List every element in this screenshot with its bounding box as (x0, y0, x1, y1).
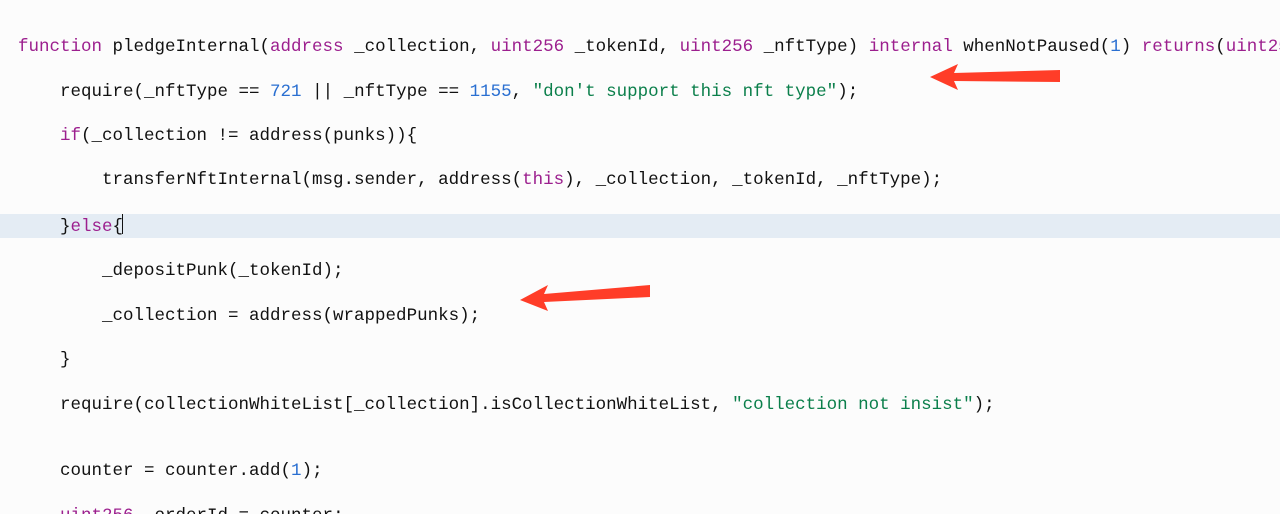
code-line-highlighted: }else{ (0, 214, 1280, 238)
text-cursor (122, 214, 123, 234)
code-line: _collection = address(wrappedPunks); (18, 305, 1280, 327)
code-line: transferNftInternal(msg.sender, address(… (18, 169, 1280, 191)
code-line: function pledgeInternal(address _collect… (18, 36, 1280, 58)
code-line: if(_collection != address(punks)){ (18, 125, 1280, 147)
code-block: function pledgeInternal(address _collect… (0, 0, 1280, 514)
code-line: require(collectionWhiteList[_collection]… (18, 394, 1280, 416)
code-line: _depositPunk(_tokenId); (18, 260, 1280, 282)
code-line: require(_nftType == 721 || _nftType == 1… (18, 81, 1280, 103)
code-line: uint256 _orderId = counter; (18, 505, 1280, 514)
code-line: counter = counter.add(1); (18, 460, 1280, 482)
code-line: } (18, 349, 1280, 371)
